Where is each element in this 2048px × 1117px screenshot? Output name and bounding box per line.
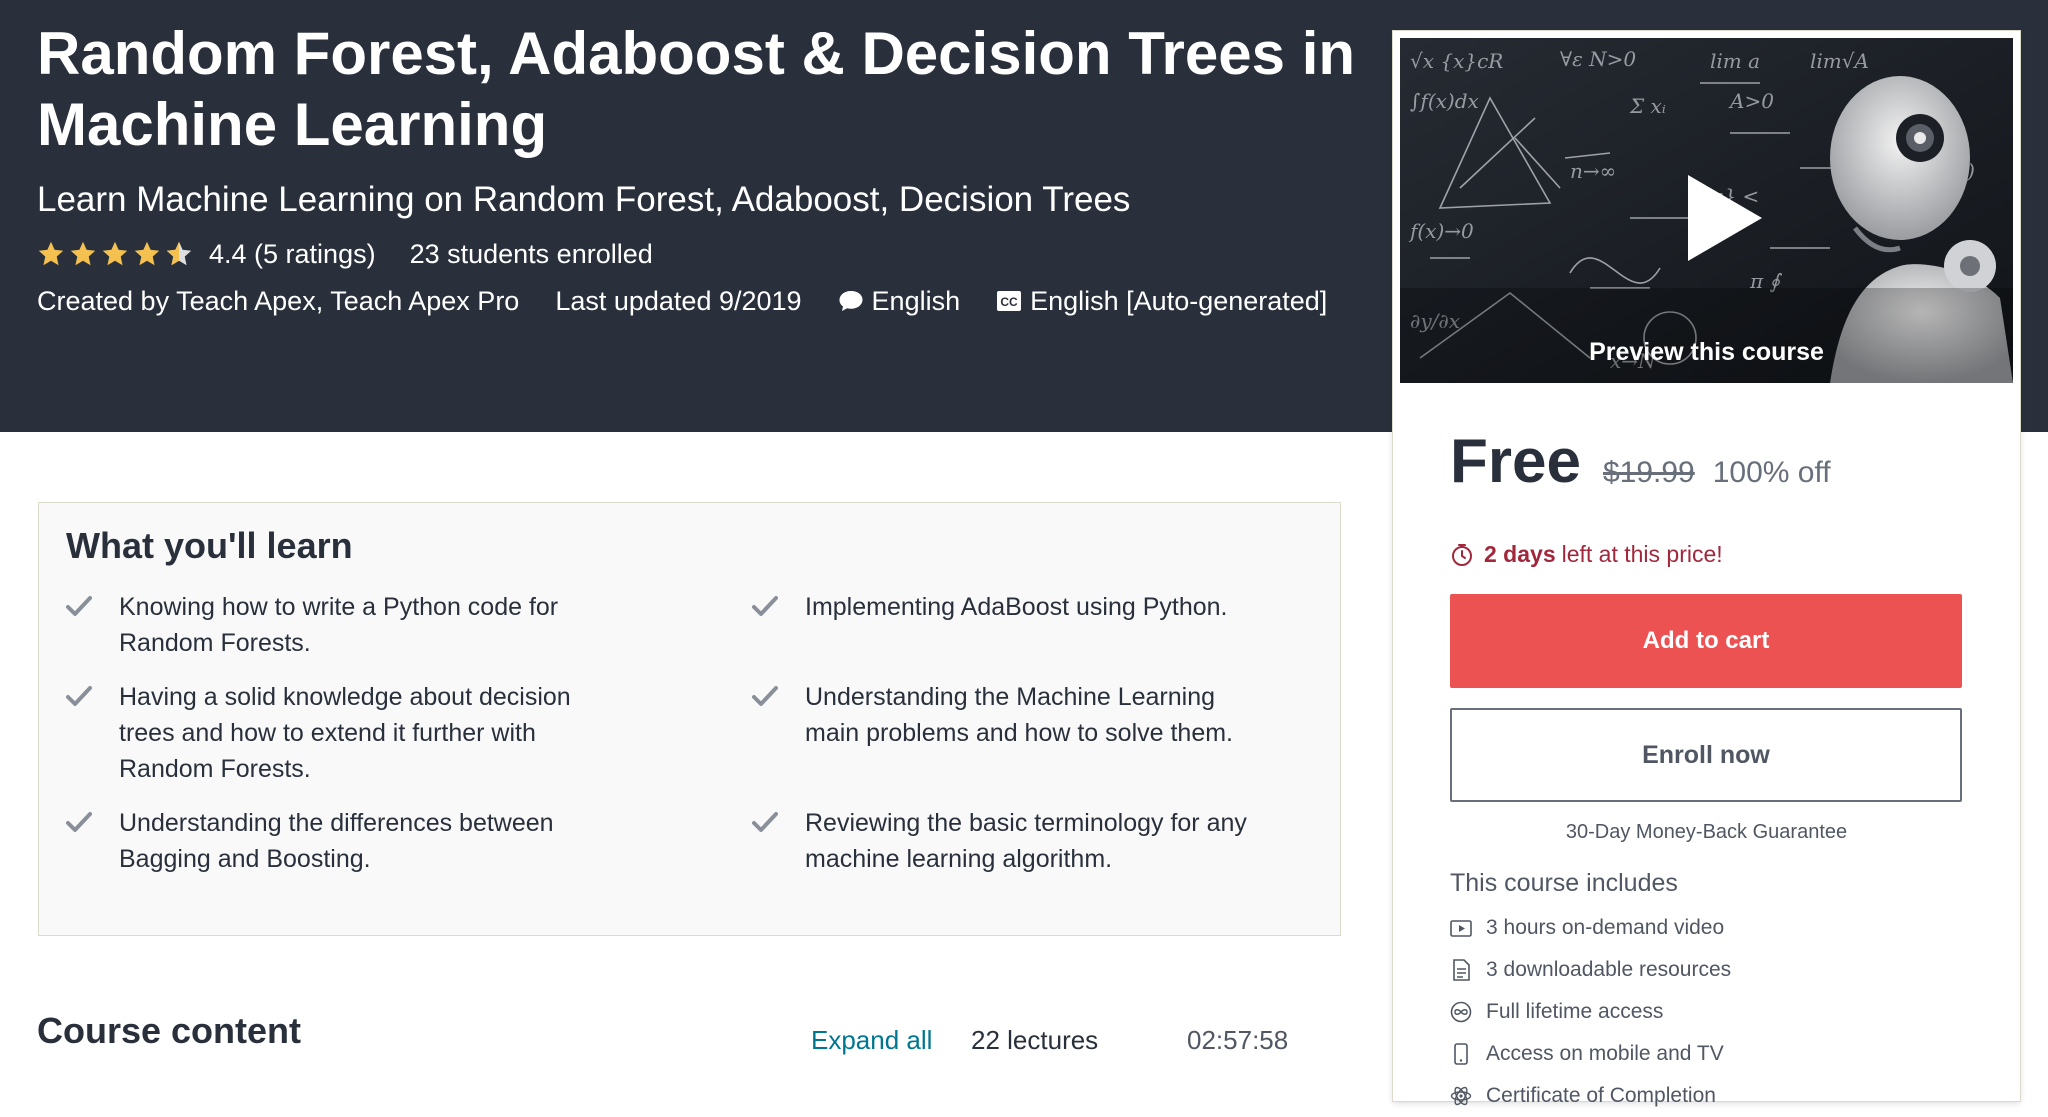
course-meta: Created by Teach Apex, Teach Apex Pro La…: [37, 283, 1363, 319]
speech-bubble-icon: [838, 289, 864, 313]
star-icon: [102, 241, 128, 266]
add-to-cart-button[interactable]: Add to cart: [1450, 594, 1962, 688]
learn-item: Knowing how to write a Python code for R…: [66, 589, 586, 661]
language: English: [838, 285, 961, 317]
created-by[interactable]: Created by Teach Apex, Teach Apex Pro: [37, 286, 519, 317]
course-subtitle: Learn Machine Learning on Random Forest,…: [37, 180, 1131, 219]
video-icon: [1450, 917, 1472, 939]
svg-text:A>0: A>0: [1728, 89, 1774, 113]
svg-text:CC: CC: [1000, 295, 1018, 309]
includes-item: 3 downloadable resources: [1450, 949, 1731, 991]
total-duration: 02:57:58: [1187, 1025, 1289, 1055]
course-preview[interactable]: √x {x}cR ∀ε N>0 lim a ∫f(x)dx Σ xᵢ A>0 l…: [1400, 38, 2013, 383]
learn-title: What you'll learn: [66, 525, 353, 566]
money-back-guarantee: 30-Day Money-Back Guarantee: [1565, 821, 1848, 843]
star-icon: [38, 241, 64, 266]
purchase-sidebar: √x {x}cR ∀ε N>0 lim a ∫f(x)dx Σ xᵢ A>0 l…: [1393, 31, 2020, 1107]
learn-item: Understanding the differences between Ba…: [66, 805, 586, 877]
includes-title: This course includes: [1450, 869, 1678, 897]
course-title: Random Forest, Adaboost & Decision Trees…: [37, 20, 1356, 158]
learn-item-text: Understanding the differences between Ba…: [119, 809, 554, 873]
alarm-clock-icon: [1450, 543, 1474, 567]
infinity-icon: [1450, 1001, 1472, 1023]
includes-item-label: Full lifetime access: [1486, 1000, 1664, 1023]
checkmark-icon: [66, 805, 94, 877]
last-updated: Last updated 9/2019: [555, 286, 801, 317]
certificate-icon: [1450, 1085, 1472, 1107]
svg-text:∫f(x)dx: ∫f(x)dx: [1410, 89, 1479, 113]
includes-item-label: Access on mobile and TV: [1486, 1042, 1724, 1065]
svg-text:√x {x}cR: √x {x}cR: [1410, 49, 1503, 73]
half-star-icon: [166, 241, 192, 266]
learn-item: Reviewing the basic terminology for any …: [752, 805, 1272, 877]
checkmark-icon: [752, 805, 780, 877]
star-icon: [70, 241, 96, 266]
includes-item-label: 3 hours on-demand video: [1486, 916, 1725, 939]
star-icon: [134, 241, 160, 266]
captions: CC English [Auto-generated]: [996, 286, 1327, 317]
learn-item-text: Having a solid knowledge about decision …: [119, 683, 571, 783]
includes-list: 3 hours on-demand video 3 downloadable r…: [1450, 907, 1731, 1117]
discount-percent: 100% off: [1712, 456, 1831, 489]
learn-item: Having a solid knowledge about decision …: [66, 679, 586, 787]
checkmark-icon: [66, 679, 94, 787]
includes-item: Certificate of Completion: [1450, 1075, 1731, 1117]
includes-item-label: 3 downloadable resources: [1486, 958, 1732, 981]
created-by-text[interactable]: Created by Teach Apex, Teach Apex Pro: [37, 286, 519, 317]
includes-item: Full lifetime access: [1450, 991, 1731, 1033]
price-row: Free $19.99 100% off: [1450, 426, 1831, 497]
checkmark-icon: [752, 679, 780, 751]
star-rating: [37, 240, 193, 268]
captions-text: English [Auto-generated]: [1030, 285, 1328, 316]
language-text: English: [871, 285, 961, 316]
last-updated-text: Last updated 9/2019: [555, 285, 802, 316]
students-enrolled: 23 students enrolled: [409, 238, 653, 269]
course-content-title: Course content: [37, 1010, 302, 1051]
learn-item: Implementing AdaBoost using Python.: [752, 589, 1272, 625]
rating-text[interactable]: 4.4 (5 ratings): [209, 239, 376, 270]
expand-all-link[interactable]: Expand all: [811, 1025, 932, 1056]
timer-days: 2 days: [1484, 541, 1556, 567]
svg-text:lim a: lim a: [1710, 49, 1760, 73]
preview-label[interactable]: Preview this course: [1400, 338, 2013, 367]
learn-item-text: Knowing how to write a Python code for R…: [119, 593, 559, 657]
svg-text:∀ε N>0: ∀ε N>0: [1560, 47, 1636, 71]
file-icon: [1450, 959, 1472, 981]
svg-text:f(x)→0: f(x)→0: [1408, 219, 1474, 243]
discount-timer: 2 days left at this price!: [1450, 541, 1723, 568]
current-price: Free: [1450, 427, 1581, 496]
rating-row: 4.4 (5 ratings) 23 students enrolled: [37, 236, 653, 272]
checkmark-icon: [66, 589, 94, 661]
svg-text:Σ xᵢ: Σ xᵢ: [1629, 94, 1666, 118]
checkmark-icon: [752, 589, 780, 625]
learn-item-text: Understanding the Machine Learning main …: [805, 683, 1233, 747]
includes-item: Access on mobile and TV: [1450, 1033, 1731, 1075]
play-icon[interactable]: [1684, 173, 1764, 263]
lecture-count: 22 lectures: [971, 1025, 1099, 1055]
enroll-now-button[interactable]: Enroll now: [1450, 708, 1962, 802]
learn-item: Understanding the Machine Learning main …: [752, 679, 1272, 751]
learn-item-text: Reviewing the basic terminology for any …: [805, 809, 1247, 873]
mobile-icon: [1450, 1043, 1472, 1065]
what-you-will-learn: What you'll learn Knowing how to write a…: [38, 502, 1341, 936]
svg-text:lim√A: lim√A: [1810, 49, 1869, 73]
svg-text:n→∞: n→∞: [1570, 159, 1616, 183]
includes-item-label: Certificate of Completion: [1486, 1084, 1716, 1107]
timer-text: left at this price!: [1561, 541, 1723, 567]
includes-item: 3 hours on-demand video: [1450, 907, 1731, 949]
original-price: $19.99: [1602, 456, 1695, 489]
learn-item-text: Implementing AdaBoost using Python.: [805, 593, 1228, 621]
closed-captions-icon: CC: [996, 290, 1022, 312]
